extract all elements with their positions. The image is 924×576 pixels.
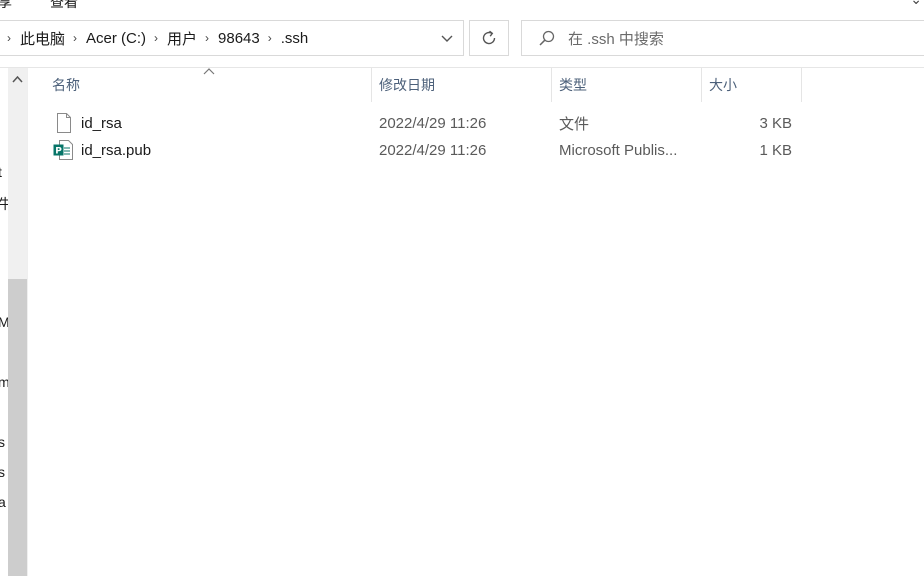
ribbon-collapse-icon[interactable]: ⌄ — [910, 0, 922, 8]
column-header-date-label: 修改日期 — [379, 77, 435, 93]
file-row[interactable]: id_rsa 2022/4/29 11:26 文件 3 KB — [50, 110, 810, 136]
address-bar[interactable]: › 此电脑 › Acer (C:) › 用户 › 98643 › .ssh — [0, 20, 464, 56]
publisher-file-icon: P — [53, 140, 73, 160]
column-resize-handle[interactable] — [551, 68, 552, 102]
breadcrumb-this-pc[interactable]: 此电脑 — [20, 28, 65, 49]
tab-view[interactable]: 查看 — [50, 0, 78, 12]
column-headers: 名称 修改日期 类型 大小 — [28, 68, 924, 102]
breadcrumb-chevron-icon[interactable]: › — [154, 31, 158, 45]
column-header-date[interactable]: 修改日期 — [379, 68, 435, 102]
nav-item-fragment[interactable]: a — [0, 494, 6, 510]
nav-item-fragment[interactable]: s — [0, 434, 5, 450]
tab-share[interactable]: 享 — [0, 0, 12, 12]
navigation-scrollbar[interactable] — [8, 68, 27, 576]
pane-divider[interactable] — [27, 68, 28, 576]
search-input[interactable]: 在 .ssh 中搜索 — [521, 20, 924, 56]
breadcrumb-chevron-icon[interactable]: › — [268, 31, 272, 45]
refresh-button[interactable] — [469, 20, 509, 56]
breadcrumb-chevron-icon[interactable]: › — [73, 31, 77, 45]
file-row[interactable]: P id_rsa.pub 2022/4/29 11:26 Microsoft P… — [50, 137, 810, 163]
search-placeholder: 在 .ssh 中搜索 — [568, 30, 664, 48]
navigation-pane[interactable]: t 牛 M m s s a — [0, 68, 8, 576]
address-history-chevron-down-icon[interactable] — [439, 30, 455, 46]
file-date: 2022/4/29 11:26 — [379, 114, 487, 132]
nav-item-fragment[interactable]: 牛 — [0, 194, 8, 214]
ribbon: 享 查看 ⌄ — [0, 0, 924, 14]
file-name: id_rsa.pub — [81, 141, 152, 159]
file-type: Microsoft Publis... — [559, 141, 678, 159]
column-header-type-label: 类型 — [559, 77, 587, 93]
scroll-up-arrow-icon[interactable] — [11, 74, 24, 84]
breadcrumb-user-folder[interactable]: 98643 — [218, 30, 260, 47]
column-header-size-label: 大小 — [709, 77, 737, 93]
file-size: 3 KB — [759, 114, 792, 132]
svg-text:P: P — [55, 147, 62, 157]
column-resize-handle[interactable] — [801, 68, 802, 102]
breadcrumb-drive-c[interactable]: Acer (C:) — [86, 30, 146, 47]
nav-item-fragment[interactable]: s — [0, 464, 5, 480]
column-header-name-label: 名称 — [52, 77, 80, 93]
column-header-type[interactable]: 类型 — [559, 68, 587, 102]
column-header-name[interactable]: 名称 — [52, 68, 80, 102]
blank-file-icon — [57, 113, 71, 133]
address-row: › 此电脑 › Acer (C:) › 用户 › 98643 › .ssh 在 … — [0, 14, 924, 68]
file-type: 文件 — [559, 115, 590, 133]
breadcrumb-ssh[interactable]: .ssh — [281, 30, 309, 47]
file-name: id_rsa — [81, 114, 122, 132]
column-resize-handle[interactable] — [701, 68, 702, 102]
breadcrumb-users[interactable]: 用户 — [167, 28, 197, 49]
scrollbar-thumb[interactable] — [8, 279, 27, 576]
file-size: 1 KB — [759, 141, 792, 159]
breadcrumb-chevron-icon[interactable]: › — [205, 31, 209, 45]
nav-item-fragment[interactable]: t — [0, 164, 2, 180]
column-resize-handle[interactable] — [371, 68, 372, 102]
nav-item-fragment[interactable]: m — [0, 374, 8, 390]
refresh-icon — [482, 30, 496, 45]
sort-ascending-icon — [203, 68, 215, 75]
column-header-size[interactable]: 大小 — [709, 68, 737, 102]
file-date: 2022/4/29 11:26 — [379, 141, 487, 159]
search-icon — [539, 30, 555, 46]
nav-item-fragment[interactable]: M — [0, 314, 8, 330]
file-name-cell[interactable]: P id_rsa.pub — [53, 137, 151, 163]
file-name-cell[interactable]: id_rsa — [55, 110, 122, 136]
breadcrumb-root-chevron-icon[interactable]: › — [7, 31, 11, 45]
